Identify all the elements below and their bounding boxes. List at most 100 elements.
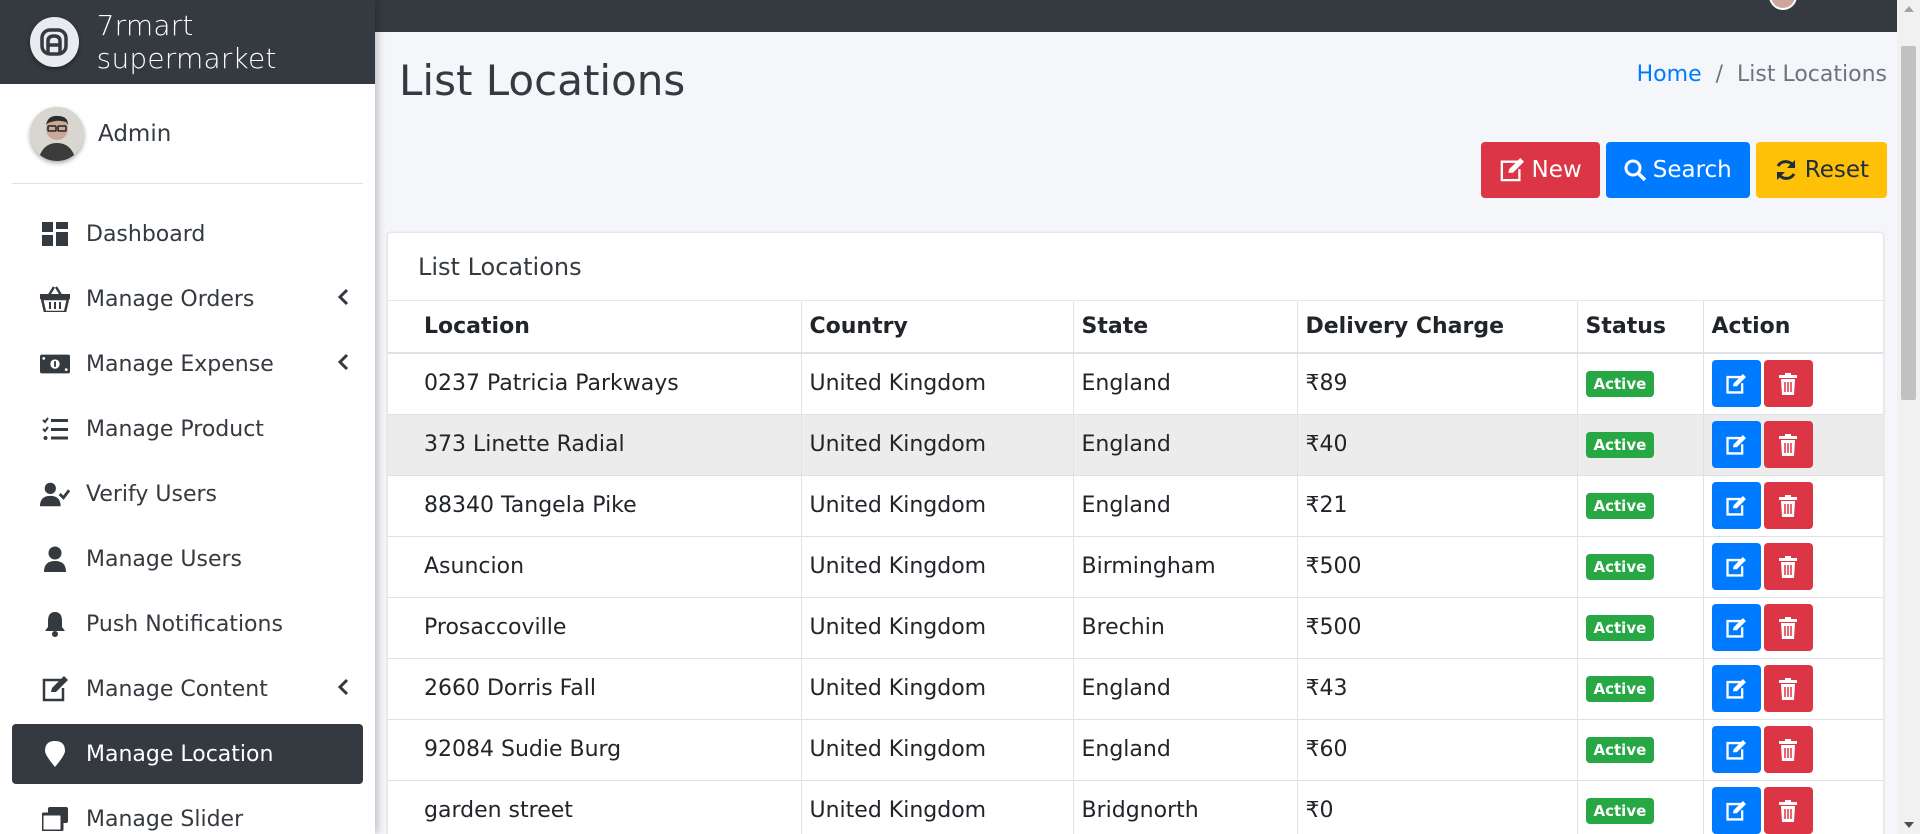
- cell-country: United Kingdom: [801, 414, 1074, 476]
- cell-state: Bridgnorth: [1073, 780, 1298, 834]
- sidebar-item-label: Manage Orders: [86, 286, 255, 312]
- column-header-delivery-charge: Delivery Charge: [1297, 301, 1578, 354]
- edit-button[interactable]: [1711, 360, 1761, 408]
- locations-table: Location Country State Delivery Charge S…: [388, 301, 1883, 834]
- top-navbar: [375, 0, 1897, 32]
- edit-button[interactable]: [1711, 421, 1761, 468]
- delete-button[interactable]: [1763, 421, 1813, 468]
- sidebar-item-label: Manage Expense: [86, 351, 274, 377]
- status-badge: Active: [1585, 493, 1655, 519]
- sidebar-item-verify-users[interactable]: Verify Users: [12, 464, 363, 524]
- top-user-avatar[interactable]: [1769, 0, 1797, 10]
- delete-button[interactable]: [1763, 360, 1813, 408]
- user-icon: [40, 544, 70, 574]
- chevron-left-icon: [337, 287, 349, 312]
- column-header-status: Status: [1577, 301, 1704, 354]
- trash-icon: [1779, 677, 1797, 700]
- cell-state: England: [1073, 475, 1298, 537]
- cell-delivery-charge: ₹500: [1297, 536, 1578, 598]
- cell-location: 2660 Dorris Fall: [388, 658, 802, 720]
- new-button[interactable]: New: [1480, 142, 1600, 198]
- edit-button[interactable]: [1711, 482, 1761, 529]
- search-button[interactable]: Search: [1605, 142, 1750, 198]
- sidebar-item-label: Manage Location: [86, 741, 274, 767]
- chevron-left-icon: [337, 677, 349, 702]
- scrollbar-thumb[interactable]: [1901, 46, 1916, 400]
- chevron-left-icon: [337, 352, 349, 377]
- delete-button[interactable]: [1763, 726, 1813, 773]
- sidebar-item-manage-product[interactable]: Manage Product: [12, 399, 363, 459]
- page-scrollbar[interactable]: [1897, 0, 1920, 834]
- cell-country: United Kingdom: [801, 597, 1074, 659]
- edit-button[interactable]: [1711, 665, 1761, 712]
- trash-icon: [1779, 799, 1797, 822]
- edit-icon: [1726, 739, 1746, 760]
- delete-button[interactable]: [1763, 482, 1813, 529]
- sidebar-item-manage-location[interactable]: Manage Location: [12, 724, 363, 784]
- cell-action: [1703, 353, 1883, 415]
- sidebar-item-manage-content[interactable]: Manage Content: [12, 659, 363, 719]
- brand-link[interactable]: 7rmart supermarket: [0, 0, 375, 84]
- sidebar-item-manage-orders[interactable]: Manage Orders: [12, 269, 363, 329]
- bell-icon: [40, 609, 70, 639]
- trash-icon: [1779, 433, 1797, 456]
- cell-status: Active: [1577, 719, 1704, 781]
- table-row: garden street United Kingdom Bridgnorth …: [388, 780, 1883, 834]
- sidebar-item-label: Push Notifications: [86, 611, 283, 637]
- delete-button[interactable]: [1763, 543, 1813, 590]
- cell-status: Active: [1577, 353, 1704, 415]
- cell-location: 88340 Tangela Pike: [388, 475, 802, 537]
- sidebar-item-manage-slider[interactable]: Manage Slider: [12, 789, 363, 834]
- user-avatar: [30, 106, 84, 161]
- delete-button[interactable]: [1763, 665, 1813, 712]
- cell-delivery-charge: ₹43: [1297, 658, 1578, 720]
- edit-icon: [1726, 800, 1746, 821]
- cell-country: United Kingdom: [801, 719, 1074, 781]
- sidebar-item-manage-expense[interactable]: Manage Expense: [12, 334, 363, 394]
- cell-action: [1703, 414, 1883, 476]
- breadcrumb-home-link[interactable]: Home: [1637, 62, 1702, 87]
- dashboard-icon: [40, 219, 70, 249]
- breadcrumb: Home / List Locations: [1637, 62, 1887, 87]
- edit-icon: [40, 674, 70, 704]
- table-header-row: Location Country State Delivery Charge S…: [388, 301, 1883, 354]
- sidebar-nav: Dashboard Manage Orders Manage Expense M…: [0, 184, 375, 834]
- edit-button[interactable]: [1711, 726, 1761, 773]
- cell-delivery-charge: ₹500: [1297, 597, 1578, 659]
- brand-logo-icon: [30, 17, 79, 67]
- basket-icon: [40, 284, 70, 314]
- user-name: Admin: [98, 120, 172, 147]
- status-badge: Active: [1585, 432, 1655, 458]
- sidebar-item-label: Manage Content: [86, 676, 268, 702]
- scroll-up-icon[interactable]: [1904, 6, 1914, 12]
- sidebar-item-manage-users[interactable]: Manage Users: [12, 529, 363, 589]
- cell-location: Asuncion: [388, 536, 802, 598]
- reset-button[interactable]: Reset: [1755, 142, 1887, 198]
- edit-icon: [1726, 617, 1746, 638]
- table-row: 88340 Tangela Pike United Kingdom Englan…: [388, 475, 1883, 537]
- edit-button[interactable]: [1711, 787, 1761, 834]
- sidebar-item-label: Dashboard: [86, 221, 206, 247]
- cell-status: Active: [1577, 597, 1704, 659]
- edit-button[interactable]: [1711, 604, 1761, 651]
- cell-country: United Kingdom: [801, 658, 1074, 720]
- cell-action: [1703, 719, 1883, 781]
- cell-location: garden street: [388, 780, 802, 834]
- action-toolbar: New Search Reset: [1480, 142, 1887, 198]
- edit-icon: [1726, 678, 1746, 699]
- sidebar-item-push-notifications[interactable]: Push Notifications: [12, 594, 363, 654]
- cell-action: [1703, 475, 1883, 537]
- cell-country: United Kingdom: [801, 475, 1074, 537]
- sync-icon: [1776, 160, 1796, 180]
- delete-button[interactable]: [1763, 787, 1813, 834]
- column-header-location: Location: [388, 301, 802, 354]
- cell-action: [1703, 536, 1883, 598]
- reset-button-label: Reset: [1804, 157, 1869, 183]
- column-header-state: State: [1073, 301, 1298, 354]
- edit-button[interactable]: [1711, 543, 1761, 590]
- sidebar-item-dashboard[interactable]: Dashboard: [12, 204, 363, 264]
- delete-button[interactable]: [1763, 604, 1813, 651]
- user-panel[interactable]: Admin: [12, 84, 363, 184]
- scroll-down-icon[interactable]: [1904, 822, 1914, 828]
- status-badge: Active: [1585, 737, 1655, 763]
